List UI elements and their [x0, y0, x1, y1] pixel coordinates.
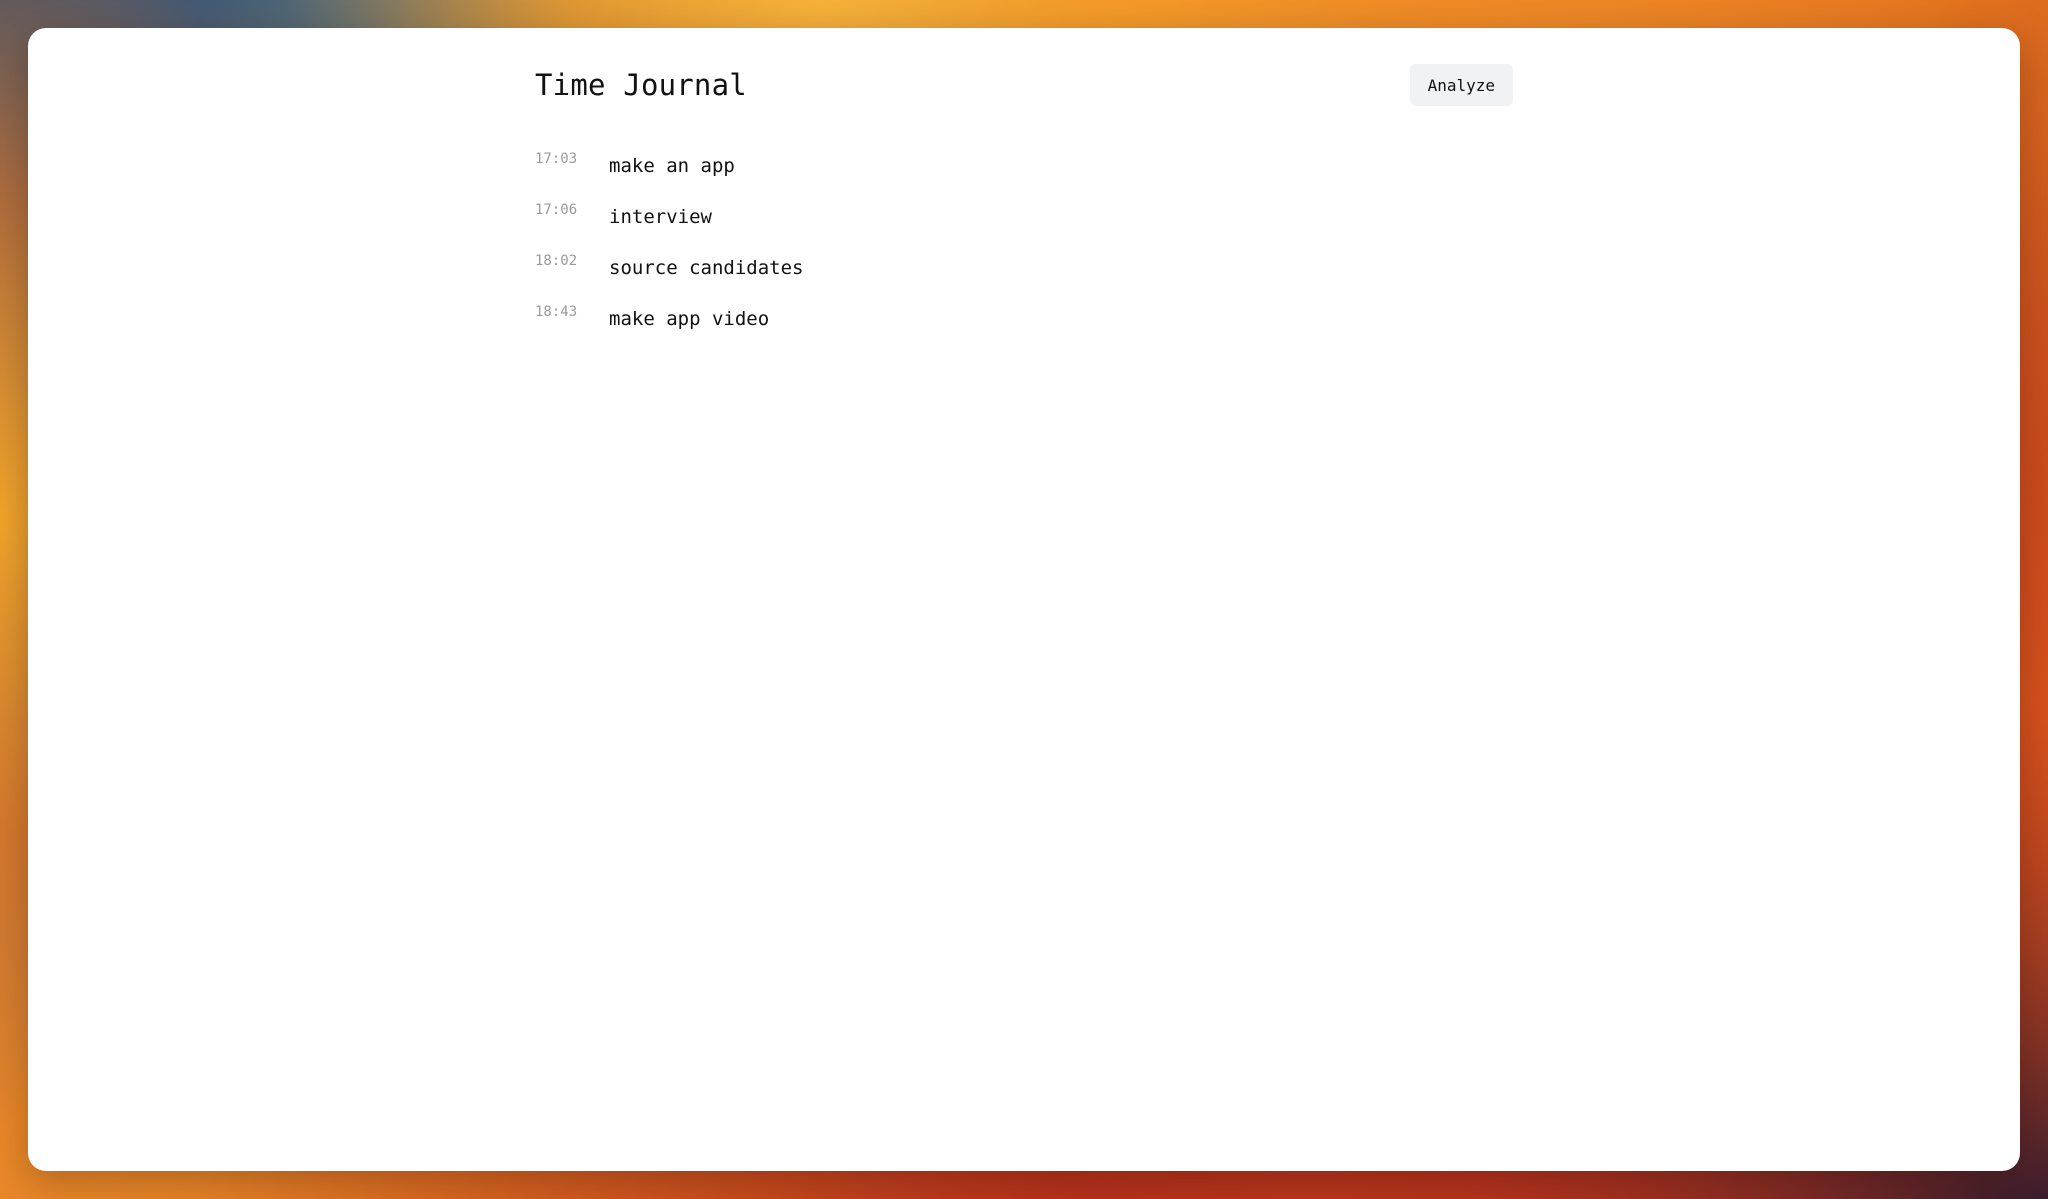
- journal-content: Time Journal Analyze 17:03 make an app 1…: [535, 64, 1513, 354]
- entry-text: interview: [609, 206, 712, 228]
- entry-time: 17:03: [535, 151, 578, 167]
- list-item[interactable]: 18:02 source candidates: [535, 252, 1513, 303]
- app-window: Time Journal Analyze 17:03 make an app 1…: [28, 28, 2020, 1171]
- list-item[interactable]: 18:43 make app video: [535, 303, 1513, 354]
- list-item[interactable]: 17:03 make an app: [535, 150, 1513, 201]
- entry-list: 17:03 make an app 17:06 interview 18:02 …: [535, 150, 1513, 354]
- page-title: Time Journal: [535, 68, 747, 102]
- list-item[interactable]: 17:06 interview: [535, 201, 1513, 252]
- entry-time: 17:06: [535, 202, 578, 218]
- entry-time: 18:02: [535, 253, 578, 269]
- entry-text: make app video: [609, 308, 770, 330]
- analyze-button[interactable]: Analyze: [1409, 64, 1513, 106]
- entry-text: make an app: [609, 155, 735, 177]
- entry-text: source candidates: [609, 257, 804, 279]
- entry-time: 18:43: [535, 304, 578, 320]
- header: Time Journal Analyze: [535, 64, 1513, 106]
